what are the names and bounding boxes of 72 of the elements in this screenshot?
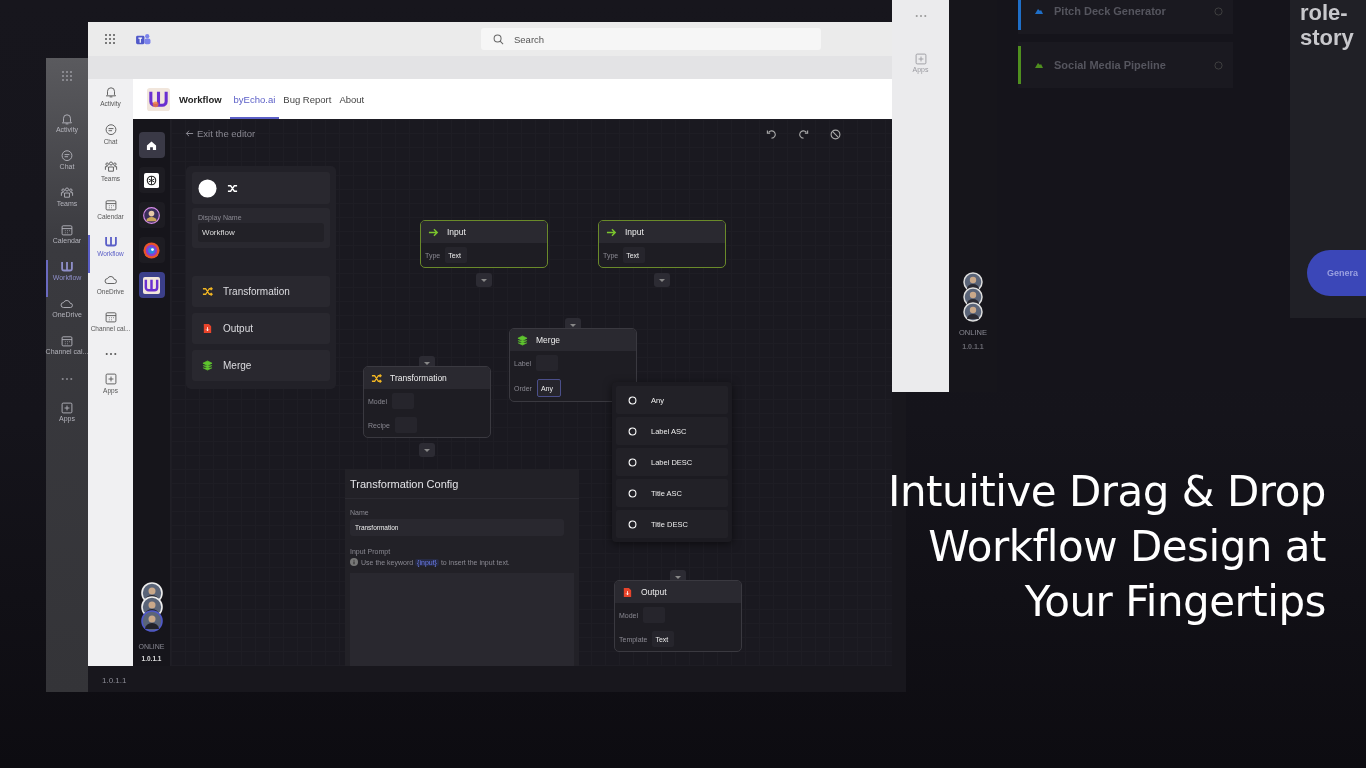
arrow-right-icon — [606, 226, 617, 238]
assistant-button[interactable] — [138, 272, 165, 298]
radio-icon — [628, 519, 637, 529]
circle-icon[interactable] — [198, 178, 217, 198]
avatar-icon — [143, 206, 160, 224]
block-icon[interactable] — [830, 129, 841, 140]
w-logo-icon — [60, 260, 74, 274]
calendar-icon — [60, 223, 74, 237]
connector-handle[interactable] — [419, 443, 435, 457]
headline: Intuitive Drag & Drop Workflow Design at Your Fingertips — [888, 466, 1326, 628]
people-icon — [60, 186, 74, 200]
node-title: Input — [447, 227, 466, 237]
file-icon — [202, 323, 213, 334]
w-logo-icon — [143, 276, 160, 294]
chat-icon — [60, 149, 74, 163]
node-type-item[interactable]: Merge — [192, 350, 330, 381]
people-icon — [103, 160, 118, 174]
display-name-field[interactable]: Workflow — [198, 223, 324, 242]
plus-square-icon — [60, 401, 74, 415]
bell-icon — [103, 85, 118, 99]
app-launcher-icon[interactable] — [104, 33, 116, 45]
home-button[interactable] — [138, 132, 165, 158]
file-icon — [622, 586, 633, 598]
connector-handle[interactable] — [654, 273, 670, 287]
exit-link[interactable]: Exit the editor — [185, 128, 256, 139]
node-title: Transformation — [390, 373, 447, 383]
search-field[interactable]: Search — [481, 28, 821, 50]
avatar[interactable] — [140, 610, 163, 632]
knot-icon — [144, 172, 159, 188]
tab[interactable]: About — [335, 79, 369, 119]
radio-icon — [628, 395, 637, 405]
node-title: Merge — [536, 335, 561, 345]
shuffle-icon — [202, 286, 213, 297]
app-name: Workflow — [179, 93, 222, 105]
shuffle-icon[interactable] — [227, 182, 238, 194]
radio-icon — [628, 457, 637, 467]
calendar-icon — [103, 310, 118, 324]
tab[interactable]: Bug Report — [279, 79, 336, 119]
arrow-left-icon — [185, 129, 194, 138]
teams-logo-icon — [136, 32, 151, 46]
layers-icon — [517, 334, 528, 346]
node-type-item[interactable]: Output — [192, 313, 330, 344]
assistant-button[interactable] — [138, 202, 165, 228]
radio-icon — [628, 426, 637, 436]
plus-square-icon — [103, 371, 118, 386]
bell-icon — [60, 112, 74, 126]
shuffle-icon — [371, 372, 382, 384]
arrow-right-icon — [428, 226, 439, 238]
calendar-icon — [103, 197, 118, 212]
info-icon — [350, 558, 358, 566]
radio-icon — [628, 488, 637, 498]
node-title: Output — [641, 587, 667, 597]
node-type-item[interactable]: Transformation — [192, 276, 330, 307]
app-logo-icon — [147, 87, 170, 111]
w-logo-icon — [103, 235, 118, 249]
redo-icon[interactable] — [798, 129, 809, 140]
home-icon — [146, 139, 157, 151]
panel-title: Transformation Config — [349, 477, 460, 492]
calendar-icon — [60, 334, 74, 348]
connector-handle[interactable] — [476, 273, 492, 287]
more-icon[interactable] — [104, 351, 117, 356]
undo-icon[interactable] — [766, 129, 777, 140]
version-label: 1.0.1.1 — [102, 676, 127, 685]
node-title: Input — [625, 227, 644, 237]
plus-square-icon — [913, 52, 928, 66]
swirl-icon — [143, 241, 160, 259]
chat-icon — [103, 122, 118, 137]
assistant-button[interactable] — [138, 167, 165, 193]
search-icon — [493, 33, 504, 45]
preview-text: role- story — [1300, 0, 1355, 50]
more-icon[interactable] — [61, 377, 73, 381]
layers-icon — [202, 360, 213, 371]
